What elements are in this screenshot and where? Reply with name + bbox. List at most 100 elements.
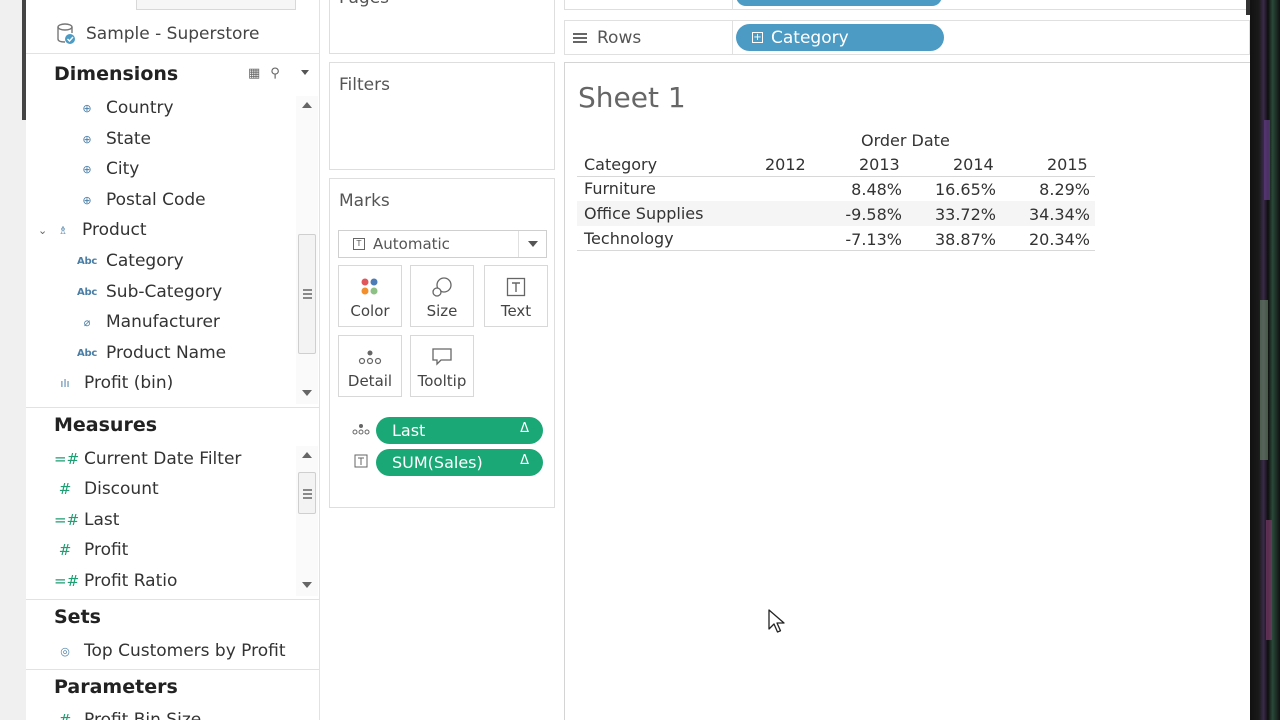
scroll-up-icon[interactable] [302, 102, 312, 108]
order-date-header[interactable]: Order Date [861, 131, 950, 150]
scroll-thumb[interactable] [298, 234, 316, 354]
measures-title: Measures [54, 414, 158, 436]
bin-icon: ılı [60, 376, 70, 390]
calc-measure-icon: =# [54, 511, 80, 529]
pages-title: Pages [339, 0, 389, 8]
table-cell[interactable]: 20.34% [1010, 230, 1090, 249]
globe-icon: ⊕ [82, 101, 92, 115]
field-state[interactable]: ⊕ State [76, 129, 151, 149]
text-mark-icon: T [353, 238, 365, 250]
globe-icon: ⊕ [82, 193, 92, 207]
color-icon [339, 272, 401, 302]
field-product-hierarchy[interactable]: ⌄ ♗ Product [38, 220, 147, 240]
scroll-up-icon[interactable] [302, 452, 312, 458]
sets-title: Sets [54, 606, 101, 628]
datasource-name: Sample - Superstore [86, 23, 260, 44]
detail-button[interactable]: Detail [338, 335, 402, 397]
table-row-label[interactable]: Office Supplies [584, 204, 703, 223]
scroll-thumb[interactable] [298, 472, 316, 514]
sheet-title[interactable]: Sheet 1 [578, 81, 686, 114]
chevron-down-icon[interactable] [518, 231, 546, 257]
field-discount[interactable]: # Discount [54, 479, 159, 499]
filters-card[interactable]: Filters [329, 62, 555, 170]
field-profit[interactable]: # Profit [54, 540, 129, 560]
grid-view-icon[interactable]: ▦ [248, 66, 260, 81]
table-row-label[interactable]: Technology [584, 229, 674, 248]
field-profit-ratio[interactable]: =# Profit Ratio [54, 571, 177, 591]
parameter-icon: # [58, 711, 72, 720]
field-category[interactable]: Abc Category [76, 251, 184, 271]
scroll-down-icon[interactable] [302, 390, 312, 396]
year-header-2012[interactable]: 2012 [765, 155, 806, 174]
search-icon[interactable]: ⚲ [270, 66, 280, 81]
table-cell[interactable]: 8.48% [822, 180, 902, 199]
pages-card[interactable]: Pages [329, 0, 555, 54]
desktop-background-edge [1250, 0, 1280, 720]
divider [26, 407, 320, 408]
datasource-item[interactable]: Sample - Superstore [26, 14, 320, 54]
table-cell[interactable]: 16.65% [916, 180, 996, 199]
dimension-tools: ▦ ⚲ [248, 66, 280, 81]
field-city[interactable]: ⊕ City [76, 159, 139, 179]
color-button[interactable]: Color [338, 265, 402, 327]
year-header-2015[interactable]: 2015 [1047, 155, 1088, 174]
marks-card: Marks T Automatic Color Size Text Detail… [329, 178, 555, 508]
category-header[interactable]: Category [584, 155, 657, 174]
field-postal-code[interactable]: ⊕ Postal Code [76, 190, 205, 210]
table-cell[interactable]: -7.13% [822, 230, 902, 249]
field-sub-category[interactable]: Abc Sub-Category [76, 282, 222, 302]
mouse-cursor-icon [768, 609, 786, 639]
chevron-down-icon[interactable]: ⌄ [38, 224, 52, 237]
field-product-name[interactable]: Abc Product Name [76, 343, 226, 363]
detail-icon [350, 423, 372, 438]
mark-type-select[interactable]: T Automatic [338, 230, 547, 258]
dimensions-scrollbar[interactable] [296, 96, 318, 404]
parameters-title: Parameters [54, 676, 178, 698]
divider [26, 669, 320, 670]
table-cell[interactable]: 34.34% [1010, 205, 1090, 224]
hierarchy-icon: ♗ [58, 223, 68, 237]
worksheet-view[interactable]: Sheet 1 Order Date Category 2012 2013 20… [564, 62, 1250, 720]
text-button[interactable]: Text [484, 265, 548, 327]
table-cell[interactable]: -9.58% [822, 205, 902, 224]
field-manufacturer[interactable]: ⌀ Manufacturer [76, 312, 220, 332]
category-rows-pill[interactable]: + Category [736, 24, 944, 51]
field-profit-bin-size[interactable]: # Profit Bin Size [54, 710, 202, 720]
scroll-down-icon[interactable] [302, 582, 312, 588]
year-header-2013[interactable]: 2013 [859, 155, 900, 174]
set-icon: ◎ [60, 644, 70, 658]
table-cell[interactable]: 8.29% [1010, 180, 1090, 199]
data-pane: Sample - Superstore Dimensions ▦ ⚲ ⊕ Coun… [26, 0, 320, 720]
field-top-customers[interactable]: ◎ Top Customers by Profit [54, 641, 285, 661]
size-button[interactable]: Size [410, 265, 474, 327]
field-current-date-filter[interactable]: =# Current Date Filter [54, 449, 241, 469]
text-icon [350, 454, 372, 471]
rows-shelf[interactable]: Rows + Category [564, 20, 1250, 55]
measure-icon: # [58, 541, 72, 559]
database-icon [56, 22, 76, 45]
detail-icon [339, 342, 401, 372]
mark-pill-row: Last Δ [350, 417, 543, 444]
table-row-label[interactable]: Furniture [584, 179, 656, 198]
size-icon [411, 272, 473, 302]
abc-icon: Abc [77, 347, 97, 359]
field-profit-bin[interactable]: ılı Profit (bin) [54, 373, 173, 393]
field-country[interactable]: ⊕ Country [76, 98, 173, 118]
measure-icon: # [58, 480, 72, 498]
globe-icon: ⊕ [82, 132, 92, 146]
table-cell[interactable]: 33.72% [916, 205, 996, 224]
last-pill[interactable]: Last Δ [376, 417, 543, 444]
table-cell[interactable]: 38.87% [916, 230, 996, 249]
columns-pill[interactable] [736, 0, 942, 6]
measures-scrollbar[interactable] [296, 446, 318, 596]
calc-measure-icon: =# [54, 572, 80, 590]
sum-sales-pill[interactable]: SUM(Sales) Δ [376, 449, 543, 476]
analytics-tab[interactable] [136, 0, 296, 10]
tooltip-button[interactable]: Tooltip [410, 335, 474, 397]
table-divider [577, 176, 1095, 177]
expand-plus-icon[interactable]: + [752, 32, 763, 43]
field-last[interactable]: =# Last [54, 510, 119, 530]
year-header-2014[interactable]: 2014 [953, 155, 994, 174]
dimensions-menu-icon[interactable] [301, 70, 309, 75]
abc-icon: Abc [77, 286, 97, 298]
